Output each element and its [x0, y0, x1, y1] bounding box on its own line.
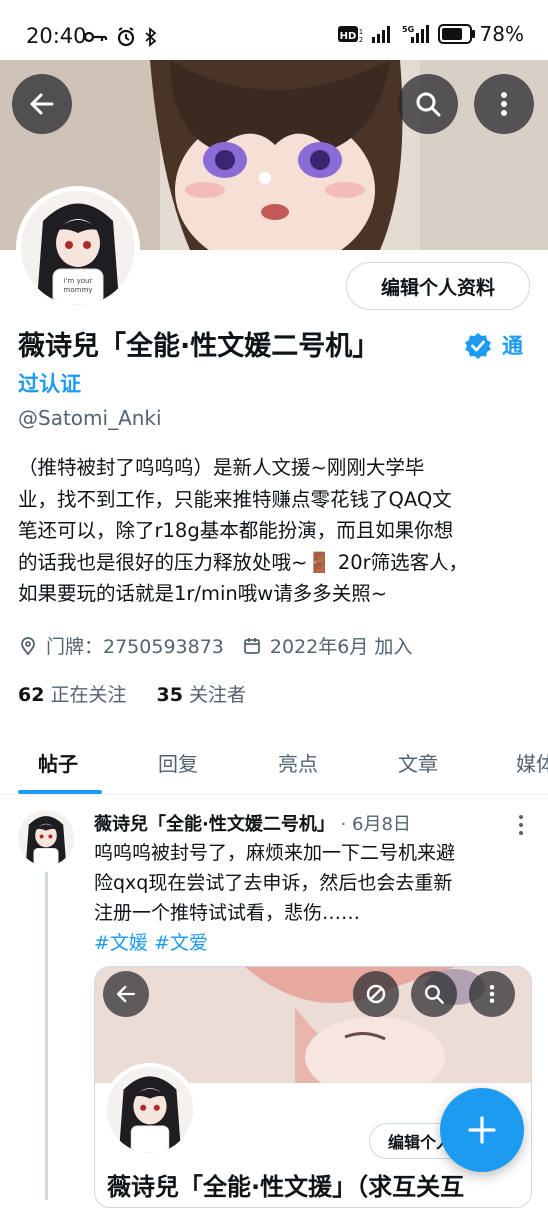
tab-media[interactable]: 媒体	[516, 748, 548, 777]
post-avatar[interactable]	[18, 810, 74, 866]
search-button[interactable]	[398, 74, 458, 134]
post-avatar-image	[18, 810, 74, 866]
embed-slash-button	[353, 971, 399, 1017]
following-link[interactable]: 62 正在关注	[18, 684, 126, 706]
post-embedded-image[interactable]: 编辑个人资料 薇诗兒「全能·性文援」（求互关互	[94, 966, 532, 1208]
svg-text:2: 2	[358, 36, 362, 43]
compose-fab-button[interactable]	[440, 1088, 524, 1172]
thread-line	[45, 872, 48, 1200]
embed-search-button	[411, 971, 457, 1017]
svg-text:i'm your: i'm your	[64, 277, 93, 285]
embed-arrow-left-icon	[116, 985, 136, 1003]
bio-line: 业，找不到工作，只能来推特赚点零花钱了QAQ文	[18, 487, 452, 511]
more-button[interactable]	[474, 74, 534, 134]
embed-search-icon	[424, 984, 444, 1004]
bio-line: 的话我也是很好的压力释放处哦~🚪 20r筛选客人，	[18, 550, 469, 574]
svg-text:mommy: mommy	[64, 286, 93, 294]
post-text-line: 呜呜呜被封号了，麻烦来加一下二号机来避	[94, 842, 456, 864]
battery-percent: 78%	[479, 22, 524, 46]
joined-text: 2022年6月 加入	[269, 636, 413, 658]
key-icon	[84, 31, 108, 43]
avatar-image: i'm your mommy	[21, 191, 135, 305]
status-time: 20:40	[26, 24, 87, 48]
post-hashtags[interactable]: #文媛 #文爱	[94, 928, 208, 955]
profile-avatar[interactable]: i'm your mommy	[16, 186, 140, 310]
post-text: 呜呜呜被封号了，麻烦来加一下二号机来避 险qxq现在尝试了去申诉，然后也会去重新…	[94, 838, 524, 928]
profile-bio: （推特被封了呜呜呜）是新人文援~刚刚大学毕 业，找不到工作，只能来推特赚点零花钱…	[18, 452, 530, 610]
tab-articles[interactable]: 文章	[398, 748, 438, 777]
arrow-left-icon	[30, 93, 54, 115]
post-date[interactable]: · 6月8日	[341, 814, 411, 835]
tab-replies[interactable]: 回复	[158, 748, 198, 777]
svg-text:1: 1	[358, 28, 362, 36]
followers-label: 关注者	[188, 684, 246, 706]
location-text: 门牌：2750593873	[46, 636, 224, 658]
followers-link[interactable]: 35 关注者	[157, 684, 246, 706]
post-more-icon[interactable]	[518, 814, 524, 836]
plus-icon	[468, 1116, 496, 1144]
embed-back-button	[103, 971, 149, 1017]
bio-line: （推特被封了呜呜呜）是新人文援~刚刚大学毕	[18, 456, 425, 479]
edit-profile-button[interactable]: 编辑个人资料	[346, 262, 530, 310]
bio-line: 笔还可以，除了r18g基本都能扮演，而且如果你想	[18, 519, 454, 542]
embed-more-icon	[489, 985, 495, 1003]
post-text-line: 注册一个推特试试看，悲伤……	[94, 902, 361, 924]
battery-icon	[437, 24, 475, 44]
embed-more-button	[469, 971, 515, 1017]
hd-icon: HD 12	[337, 26, 363, 43]
bio-line: 如果要玩的话就是1r/min哦w请多多关照~	[18, 582, 388, 605]
followers-count: 35	[156, 684, 183, 706]
active-tab-indicator	[18, 790, 102, 794]
following-count: 62	[18, 684, 45, 706]
tab-posts[interactable]: 帖子	[38, 748, 78, 777]
calendar-icon	[243, 637, 260, 654]
profile-handle: @Satomi_Anki	[18, 406, 162, 430]
location-icon	[21, 636, 35, 655]
search-icon	[416, 92, 441, 117]
verified-badge-icon[interactable]	[464, 332, 492, 360]
follow-stats: 62 正在关注 35 关注者	[18, 680, 246, 707]
profile-meta: 门牌：2750593873 2022年6月 加入	[18, 632, 412, 659]
following-label: 正在关注	[50, 684, 127, 706]
alarm-icon	[117, 27, 135, 47]
tab-highlights[interactable]: 亮点	[278, 748, 318, 777]
profile-tabs: 帖子 回复 亮点 文章 媒体	[0, 736, 548, 795]
post-text-line: 险qxq现在尝试了去申诉，然后也会去重新	[94, 872, 453, 894]
svg-text:5G: 5G	[402, 25, 414, 34]
back-button[interactable]	[12, 74, 72, 134]
more-vertical-icon	[501, 92, 507, 116]
svg-text:HD: HD	[339, 31, 356, 42]
verified-link-part2[interactable]: 过认证	[18, 368, 81, 398]
post-header: 薇诗兒「全能·性文媛二号机」 · 6月8日	[94, 810, 411, 836]
post-author-name[interactable]: 薇诗兒「全能·性文媛二号机」	[94, 814, 335, 835]
profile-name: 薇诗兒「全能·性文媛二号机」	[18, 331, 380, 362]
bluetooth-icon	[145, 27, 157, 47]
embed-avatar-image	[107, 1067, 193, 1153]
embed-profile-name: 薇诗兒「全能·性文援」（求互关互	[107, 1173, 465, 1201]
embed-avatar	[103, 1063, 197, 1157]
5g-signal-icon: 5G	[402, 25, 429, 43]
signal-icon	[371, 26, 390, 43]
embed-slash-circle-icon	[366, 984, 386, 1004]
verified-link-part1[interactable]: 通	[502, 330, 523, 360]
